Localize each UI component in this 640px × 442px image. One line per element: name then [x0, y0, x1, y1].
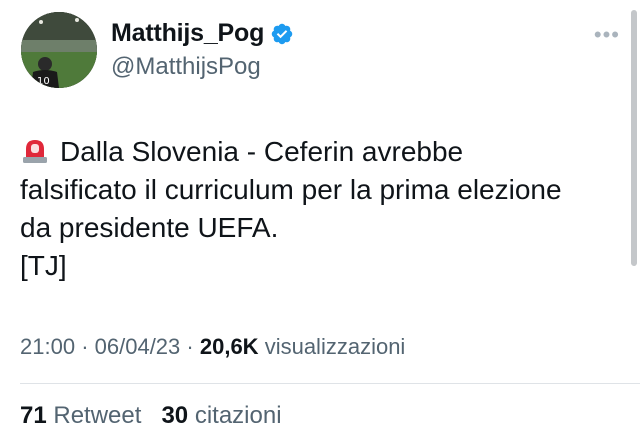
more-horizontal-icon[interactable]: •••: [594, 22, 620, 48]
tweet-line-1: Dalla Slovenia - Ceferin avrebbe: [60, 136, 464, 167]
retweets-label: Retweet: [53, 402, 142, 429]
rotating-light-icon: [23, 140, 47, 163]
tweet-text: Dalla Slovenia - Ceferin avrebbe falsifi…: [20, 133, 630, 285]
views-label[interactable]: visualizzazioni: [265, 334, 406, 359]
avatar-jersey-number: 10: [37, 76, 50, 87]
engagement-stats: 71 Retweet 30 citazioni: [20, 402, 282, 430]
avatar[interactable]: 10: [21, 12, 97, 88]
tweet-time[interactable]: 21:00: [20, 334, 75, 359]
tweet-line: Dalla Slovenia - Ceferin avrebbe: [20, 133, 630, 171]
divider: [20, 383, 640, 384]
meta-separator: ·: [186, 334, 194, 359]
author-handle[interactable]: @MatthijsPog: [111, 53, 261, 81]
tweet-date[interactable]: 06/04/23: [95, 334, 181, 359]
retweets-count: 71: [20, 402, 47, 429]
quotes-count: 30: [161, 402, 189, 429]
quotes-label: citazioni: [194, 402, 282, 429]
retweets-link[interactable]: 71 Retweet: [20, 402, 141, 429]
author-display-name[interactable]: Matthijs_Pog: [111, 19, 264, 48]
tweet-meta: 21:00 · 06/04/23 · 20,6K visualizzazioni: [20, 334, 405, 360]
meta-separator: ·: [81, 334, 89, 359]
tweet-line-3: da presidente UEFA.: [20, 212, 279, 243]
views-count[interactable]: 20,6K: [200, 334, 259, 359]
tweet-line-4: [TJ]: [20, 250, 67, 281]
tweet-line-2: falsificato il curriculum per la prima e…: [20, 174, 562, 205]
quotes-link[interactable]: 30 citazioni: [161, 402, 281, 429]
verified-badge-icon: [271, 23, 293, 44]
scrollbar[interactable]: [631, 10, 637, 266]
avatar-image: 10: [21, 12, 97, 88]
